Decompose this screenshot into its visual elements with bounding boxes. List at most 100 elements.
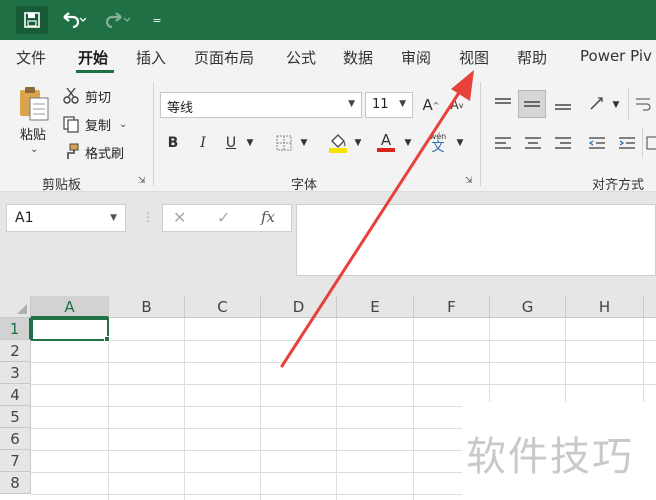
tab-home[interactable]: 开始 bbox=[78, 47, 108, 68]
column-header[interactable]: H bbox=[566, 296, 644, 318]
font-name-select[interactable]: 等线 ▼ bbox=[160, 92, 362, 118]
tab-formulas[interactable]: 公式 bbox=[286, 47, 316, 68]
phonetic-guide-button[interactable]: wén 文 bbox=[424, 128, 452, 158]
clipboard-group-label: 剪贴板 bbox=[42, 178, 82, 193]
increase-indent-button[interactable] bbox=[614, 130, 640, 156]
align-right-button[interactable] bbox=[550, 130, 576, 156]
column-header[interactable]: B bbox=[109, 296, 185, 318]
paint-bucket-icon bbox=[329, 134, 347, 153]
chevron-down-icon: ▼ bbox=[348, 99, 355, 109]
grow-font-button[interactable]: A ^ bbox=[420, 92, 442, 118]
font-color-button[interactable]: A bbox=[374, 128, 398, 156]
font-color-icon: A bbox=[380, 131, 392, 149]
merge-center-button[interactable] bbox=[646, 130, 656, 156]
align-bottom-button[interactable] bbox=[550, 90, 576, 118]
orientation-dropdown-icon[interactable]: ▼ bbox=[610, 98, 622, 112]
cancel-icon[interactable]: ✕ bbox=[173, 208, 186, 227]
name-box[interactable]: A1 ▼ bbox=[6, 204, 126, 232]
active-tab-indicator bbox=[76, 70, 114, 73]
redo-button[interactable] bbox=[100, 6, 134, 34]
copy-icon bbox=[63, 116, 79, 133]
column-header[interactable]: D bbox=[261, 296, 337, 318]
group-separator bbox=[480, 82, 481, 186]
grow-font-icon: A bbox=[422, 96, 433, 114]
decrease-indent-button[interactable] bbox=[584, 130, 610, 156]
bold-button[interactable]: B bbox=[162, 130, 184, 156]
tab-view[interactable]: 视图 bbox=[459, 47, 489, 68]
group-separator bbox=[153, 82, 154, 186]
align-center-icon bbox=[525, 137, 541, 149]
shrink-font-icon: A bbox=[450, 98, 459, 112]
phonetic-dropdown-icon[interactable]: ▼ bbox=[454, 136, 466, 150]
fill-handle[interactable] bbox=[104, 336, 110, 342]
borders-button[interactable] bbox=[272, 130, 296, 156]
row-header[interactable]: 3 bbox=[0, 362, 31, 384]
row-header[interactable]: 4 bbox=[0, 384, 31, 406]
paste-dropdown-icon[interactable]: ⌄ bbox=[30, 144, 38, 155]
align-top-button[interactable] bbox=[490, 90, 516, 118]
row-header[interactable]: 6 bbox=[0, 428, 31, 450]
align-bottom-icon bbox=[555, 104, 571, 110]
cut-button[interactable]: 剪切 bbox=[62, 86, 111, 106]
tab-review[interactable]: 审阅 bbox=[401, 47, 431, 68]
column-header[interactable]: C bbox=[185, 296, 261, 318]
row-header[interactable]: 5 bbox=[0, 406, 31, 428]
formula-input[interactable] bbox=[296, 204, 656, 276]
row-header[interactable]: 7 bbox=[0, 450, 31, 472]
row-header[interactable]: 8 bbox=[0, 472, 31, 494]
tab-power-pivot[interactable]: Power Piv bbox=[580, 47, 652, 65]
tab-data[interactable]: 数据 bbox=[343, 47, 373, 68]
row-header[interactable]: 2 bbox=[0, 340, 31, 362]
fill-color-button[interactable] bbox=[326, 128, 350, 156]
tab-help[interactable]: 帮助 bbox=[517, 47, 547, 68]
orientation-button[interactable] bbox=[586, 90, 610, 118]
decrease-indent-icon bbox=[588, 137, 605, 149]
text-orientation-icon bbox=[590, 97, 603, 110]
font-dialog-launcher-icon[interactable]: ⇲ bbox=[465, 176, 473, 186]
clipboard-dialog-launcher-icon[interactable]: ⇲ bbox=[138, 176, 146, 186]
group-separator bbox=[628, 88, 629, 120]
tab-insert[interactable]: 插入 bbox=[136, 47, 166, 68]
underline-button[interactable]: U bbox=[220, 130, 242, 156]
font-color-dropdown-icon[interactable]: ▼ bbox=[402, 136, 414, 150]
tab-file[interactable]: 文件 bbox=[16, 47, 46, 68]
align-middle-button[interactable] bbox=[518, 90, 546, 118]
align-right-icon bbox=[555, 137, 571, 149]
tab-page-layout[interactable]: 页面布局 bbox=[194, 47, 254, 68]
gridline bbox=[31, 340, 656, 341]
group-separator bbox=[642, 128, 643, 158]
undo-button[interactable] bbox=[56, 6, 90, 34]
font-size-select[interactable]: 11 ▼ bbox=[365, 92, 413, 118]
copy-dropdown-icon[interactable]: ⌄ bbox=[119, 119, 127, 130]
enter-icon[interactable]: ✓ bbox=[217, 208, 230, 227]
fill-color-dropdown-icon[interactable]: ▼ bbox=[352, 136, 364, 150]
align-left-button[interactable] bbox=[490, 130, 516, 156]
active-cell-a1[interactable] bbox=[31, 318, 109, 341]
underline-dropdown-icon[interactable]: ▼ bbox=[244, 136, 256, 150]
paste-icon[interactable] bbox=[18, 84, 50, 122]
align-left-icon bbox=[495, 137, 511, 149]
column-header[interactable]: E bbox=[337, 296, 414, 318]
column-header[interactable]: A bbox=[31, 296, 109, 318]
select-all-button[interactable] bbox=[0, 296, 31, 318]
save-button[interactable] bbox=[16, 6, 48, 34]
column-header[interactable] bbox=[644, 296, 656, 318]
shrink-font-button[interactable]: Av bbox=[446, 92, 468, 118]
font-size-value: 11 bbox=[372, 97, 389, 112]
align-center-button[interactable] bbox=[520, 130, 546, 156]
ribbon: 粘贴 ⌄ 剪切 复制 ⌄ 格式刷 剪贴板 ⇲ 等线 ▼ 11 ▼ A ^ A v… bbox=[0, 74, 656, 193]
redo-icon bbox=[105, 12, 130, 29]
paste-button-label[interactable]: 粘贴 bbox=[20, 124, 46, 143]
format-painter-button[interactable]: 格式刷 bbox=[62, 142, 124, 162]
insert-function-icon[interactable]: fx bbox=[261, 208, 275, 226]
save-icon bbox=[24, 12, 40, 28]
column-header[interactable]: G bbox=[490, 296, 566, 318]
row-header[interactable]: 1 bbox=[0, 318, 31, 340]
wrap-text-button[interactable] bbox=[632, 90, 654, 118]
customize-quick-access-button[interactable]: = bbox=[148, 6, 166, 34]
chevron-down-icon: ▼ bbox=[399, 99, 406, 109]
borders-dropdown-icon[interactable]: ▼ bbox=[298, 136, 310, 150]
italic-button[interactable]: I bbox=[192, 130, 214, 156]
column-header[interactable]: F bbox=[414, 296, 490, 318]
copy-button[interactable]: 复制 ⌄ bbox=[62, 114, 127, 134]
